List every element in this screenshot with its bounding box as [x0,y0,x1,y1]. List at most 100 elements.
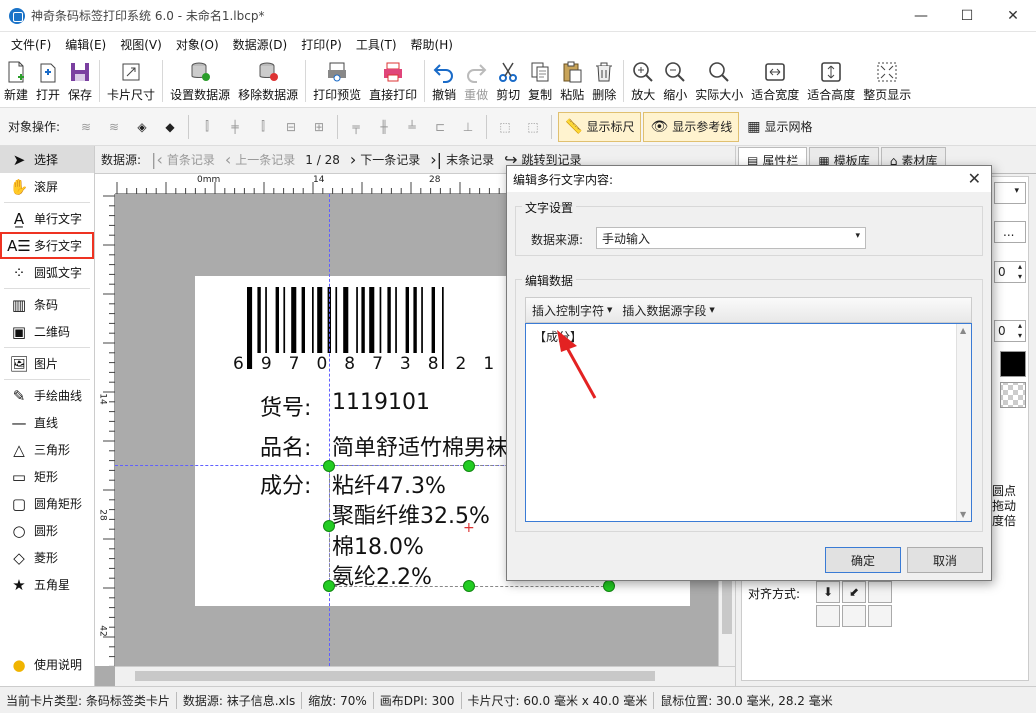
align-right-icon[interactable]: ⫿ [250,114,276,140]
last-record-button[interactable]: ›| 末条记录 [430,150,494,169]
guide-line-vertical[interactable] [329,194,330,666]
layer-bottom-icon[interactable]: ◆ [157,114,183,140]
tool-star[interactable]: ★ 五角星 [0,571,94,598]
fit-page-button[interactable]: 整页显示 [859,56,915,106]
tool-single-text[interactable]: A̲ 单行文字 [0,205,94,232]
spinner-1[interactable]: 0 ▴ ▾ [994,261,1026,283]
actual-size-button[interactable]: 实际大小 [691,56,747,106]
close-window-button[interactable]: ✕ [990,0,1036,32]
horizontal-scroll-thumb[interactable] [135,671,655,681]
align-left-icon[interactable]: ⫿ [194,114,220,140]
scroll-up-icon[interactable]: ▲ [960,326,966,335]
scroll-down-icon[interactable]: ▼ [960,510,966,519]
color-swatch-transparent[interactable] [1000,382,1026,408]
resize-handle[interactable] [323,520,335,532]
resize-handle[interactable] [603,580,615,592]
paste-button[interactable]: 粘贴 [556,56,588,106]
distribute-v-icon[interactable]: ⊏ [427,114,453,140]
new-button[interactable]: 新建 [0,56,32,106]
redo-button[interactable]: 重做 [460,56,492,106]
align-bottom-icon[interactable]: ╧ [399,114,425,140]
tool-help[interactable]: ● 使用说明 [0,651,94,678]
composition-label[interactable]: 成分: [260,468,311,500]
name-label[interactable]: 品名: [260,430,311,462]
menu-view[interactable]: 视图(V) [113,36,169,53]
show-guides-toggle[interactable]: 👁 显示参考线 [643,111,740,142]
undo-button[interactable]: 撤销 [428,56,460,106]
color-swatch-black[interactable] [1000,351,1026,377]
tool-line[interactable]: — 直线 [0,409,94,436]
remove-datasource-button[interactable]: 移除数据源 [234,56,302,106]
align-middle-icon[interactable]: ╫ [371,114,397,140]
horizontal-scrollbar[interactable] [115,666,735,686]
ok-button[interactable]: 确定 [825,547,901,573]
menu-edit[interactable]: 编辑(E) [58,36,113,53]
item-no-value[interactable]: 1119101 [332,390,430,415]
align-option-6[interactable] [868,605,892,627]
minimize-button[interactable]: — [898,0,944,32]
tool-image[interactable]: 🖼 图片 [0,350,94,377]
fit-height-button[interactable]: 适合高度 [803,56,859,106]
fit-width-button[interactable]: 适合宽度 [747,56,803,106]
close-icon[interactable]: ✕ [968,169,981,188]
direct-print-button[interactable]: 直接打印 [365,56,421,106]
maximize-button[interactable]: ☐ [944,0,990,32]
zoom-in-button[interactable]: 放大 [627,56,659,106]
layer-down-icon[interactable]: ≋ [101,114,127,140]
align-down-icon[interactable]: ⬇ [816,581,840,603]
group-icon[interactable]: ⬚ [492,114,518,140]
tool-barcode[interactable]: ▥ 条码 [0,291,94,318]
datasource-select[interactable]: 手动输入 ▾ [596,227,866,249]
menu-help[interactable]: 帮助(H) [404,36,460,53]
cut-button[interactable]: 剪切 [492,56,524,106]
tool-select[interactable]: ➤ 选择 [0,146,94,173]
menu-file[interactable]: 文件(F) [4,36,58,53]
insert-field-button[interactable]: 插入数据源字段 ▼ [622,302,714,319]
save-button[interactable]: 保存 [64,56,96,106]
item-no-label[interactable]: 货号: [260,390,311,422]
more-options-button[interactable]: ... [994,221,1026,243]
align-diagonal-icon[interactable]: ⬋ [842,581,866,603]
resize-handle[interactable] [463,460,475,472]
tool-qrcode[interactable]: ▣ 二维码 [0,318,94,345]
align-option-5[interactable] [842,605,866,627]
next-record-button[interactable]: › 下一条记录 [350,150,420,169]
same-width-icon[interactable]: ⊞ [306,114,332,140]
prev-record-button[interactable]: ‹ 上一条记录 [225,150,295,169]
same-height-icon[interactable]: ⊥ [455,114,481,140]
tool-freehand[interactable]: ✎ 手绘曲线 [0,382,94,409]
resize-handle[interactable] [463,580,475,592]
card-size-button[interactable]: 卡片尺寸 [103,56,159,106]
delete-button[interactable]: 删除 [588,56,620,106]
property-dropdown[interactable]: ▾ [994,182,1026,204]
spinner-2[interactable]: 0 ▴ ▾ [994,320,1026,342]
align-option-3[interactable] [868,581,892,603]
zoom-out-button[interactable]: 缩小 [659,56,691,106]
align-option-4[interactable] [816,605,840,627]
resize-handle[interactable] [323,580,335,592]
menu-print[interactable]: 打印(P) [294,36,349,53]
tool-arc-text[interactable]: ⁘ 圆弧文字 [0,259,94,286]
name-value[interactable]: 简单舒适竹棉男袜 [332,430,508,462]
print-preview-button[interactable]: 打印预览 [309,56,365,106]
cancel-button[interactable]: 取消 [907,547,983,573]
tool-rounded-rect[interactable]: ▢ 圆角矩形 [0,490,94,517]
menu-tools[interactable]: 工具(T) [349,36,404,53]
tool-multi-text[interactable]: A☰ 多行文字 [0,232,94,259]
insert-control-char-button[interactable]: 插入控制字符 ▼ [532,302,612,319]
copy-button[interactable]: 复制 [524,56,556,106]
tool-scroll[interactable]: ✋ 滚屏 [0,173,94,200]
layer-up-icon[interactable]: ≋ [73,114,99,140]
open-button[interactable]: 打开 [32,56,64,106]
tool-triangle[interactable]: △ 三角形 [0,436,94,463]
editor-scrollbar[interactable]: ▲ ▼ [956,324,971,521]
status-card-type[interactable]: 当前卡片类型: 条码标签类卡片 [0,691,177,709]
align-center-icon[interactable]: ╪ [222,114,248,140]
tool-diamond[interactable]: ◇ 菱形 [0,544,94,571]
align-top-icon[interactable]: ╤ [343,114,369,140]
first-record-button[interactable]: |‹ 首条记录 [151,150,215,169]
menu-datasource[interactable]: 数据源(D) [226,36,295,53]
layer-top-icon[interactable]: ◈ [129,114,155,140]
set-datasource-button[interactable]: 设置数据源 [166,56,234,106]
tool-circle[interactable]: ○ 圆形 [0,517,94,544]
